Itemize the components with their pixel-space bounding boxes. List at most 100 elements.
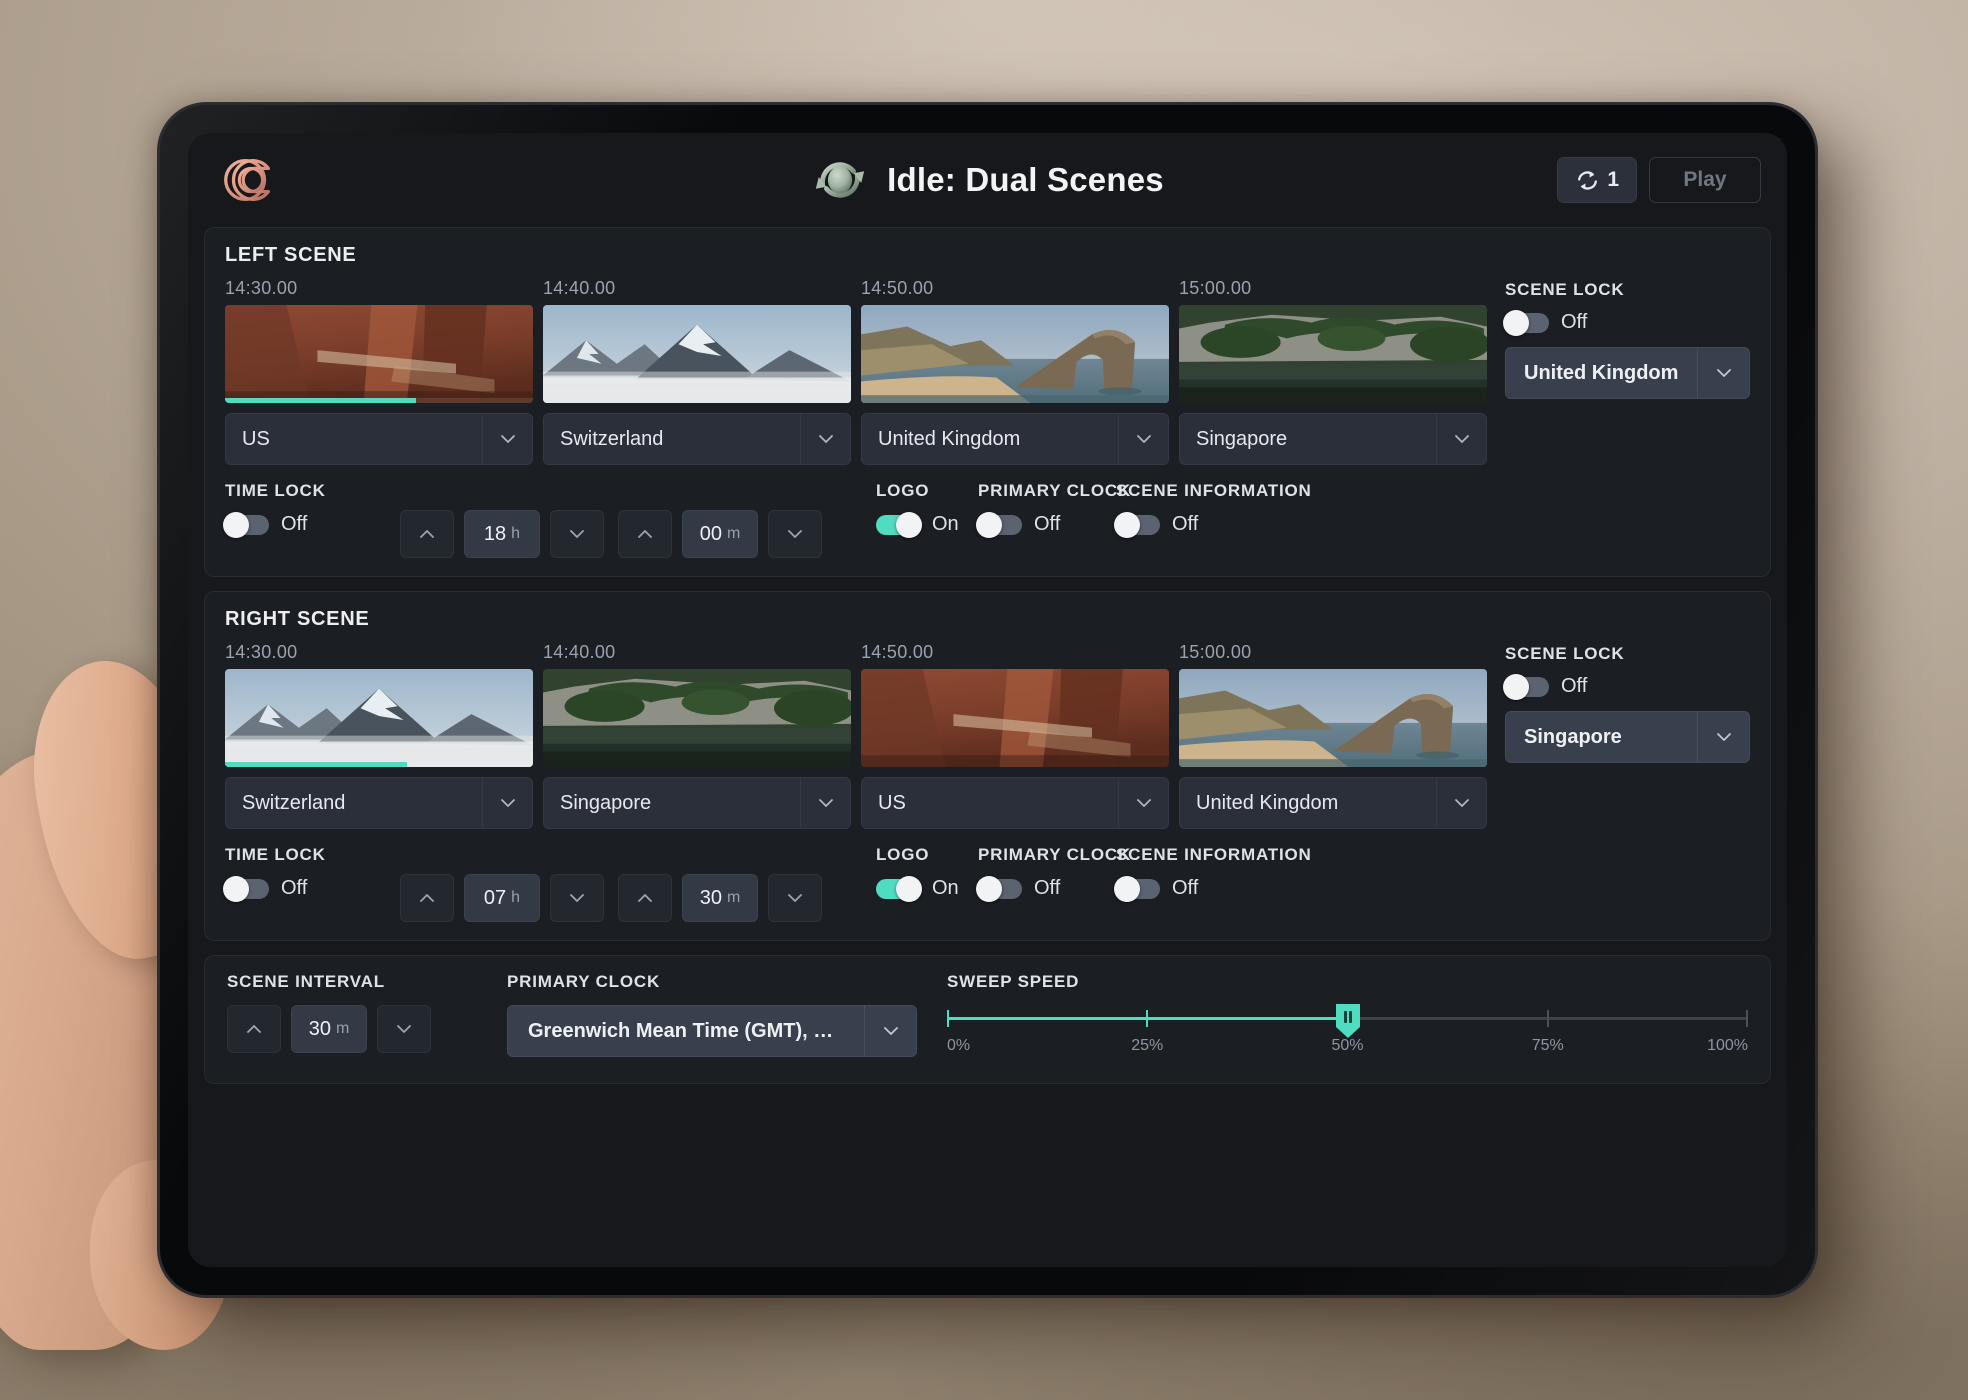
- scene-panels: LEFT SCENE 14:30.00 14:40.00 14:50.00 15…: [188, 227, 1787, 941]
- location-select[interactable]: United Kingdom: [861, 413, 1169, 465]
- chevron-down-icon[interactable]: [1436, 778, 1486, 828]
- scene-thumbnail-snow-mountains[interactable]: [543, 305, 851, 403]
- hours-value-field[interactable]: 07 h: [464, 874, 540, 922]
- chevron-down-icon: [788, 530, 802, 538]
- hours-value-field[interactable]: 18 h: [464, 510, 540, 558]
- location-select[interactable]: Switzerland: [543, 413, 851, 465]
- scene-thumbnail-red-canyon[interactable]: [861, 669, 1169, 767]
- minutes-value-field[interactable]: 00 m: [682, 510, 758, 558]
- scene-interval-increment-button[interactable]: [227, 1005, 281, 1053]
- chevron-down-icon[interactable]: [482, 778, 532, 828]
- scene-lock-toggle[interactable]: [1503, 309, 1549, 336]
- scene-lock-location-value: Singapore: [1524, 725, 1622, 748]
- scene-thumbnail-green-cliff-lake[interactable]: [543, 669, 851, 767]
- hours-increment-button[interactable]: [400, 874, 454, 922]
- minutes-increment-button[interactable]: [618, 874, 672, 922]
- slider-tick-label: 0%: [947, 1037, 971, 1054]
- chevron-up-icon: [420, 894, 434, 902]
- loop-count-button[interactable]: 1: [1557, 157, 1637, 203]
- primary-clock-toggle[interactable]: [976, 875, 1022, 902]
- left-hours-stepper: 18 h: [400, 481, 604, 558]
- sweep-speed-slider[interactable]: 0% 25% 50% 75% 100%: [947, 1004, 1748, 1063]
- location-select[interactable]: United Kingdom: [1179, 777, 1487, 829]
- left-logo-group: LOGO On: [876, 481, 978, 538]
- minutes-decrement-button[interactable]: [768, 510, 822, 558]
- location-select-value: US: [878, 791, 906, 814]
- chevron-down-icon[interactable]: [800, 778, 850, 828]
- global-primary-clock-select[interactable]: Greenwich Mean Time (GMT), UTC +0: [507, 1005, 917, 1057]
- scene-thumbnail-sea-arch-beach[interactable]: [861, 305, 1169, 403]
- time-lock-state: Off: [281, 513, 308, 535]
- chevron-down-icon[interactable]: [1436, 414, 1486, 464]
- chevron-down-icon[interactable]: [1118, 778, 1168, 828]
- scene-lock-toggle[interactable]: [1503, 673, 1549, 700]
- global-primary-clock-label: PRIMARY CLOCK: [507, 972, 661, 991]
- location-select[interactable]: US: [225, 413, 533, 465]
- scene-thumbnail-green-cliff-lake[interactable]: [1179, 305, 1487, 403]
- chevron-down-icon[interactable]: [1697, 348, 1749, 398]
- double-c-monogram-logo: [224, 158, 271, 202]
- primary-clock-state: Off: [1034, 513, 1061, 535]
- right-logo-group: LOGO On: [876, 845, 978, 902]
- slider-tick-label: 100%: [1707, 1037, 1748, 1054]
- logo-toggle[interactable]: [876, 511, 922, 538]
- time-lock-toggle[interactable]: [223, 511, 269, 538]
- chevron-up-icon: [638, 530, 652, 538]
- location-select[interactable]: Singapore: [543, 777, 851, 829]
- right-scene-thumbnails: [225, 669, 1487, 767]
- scene-information-label: SCENE INFORMATION: [1116, 481, 1312, 500]
- hours-increment-button[interactable]: [400, 510, 454, 558]
- minutes-decrement-button[interactable]: [768, 874, 822, 922]
- minutes-value-field[interactable]: 30 m: [682, 874, 758, 922]
- hours-decrement-button[interactable]: [550, 510, 604, 558]
- minutes-unit: m: [726, 525, 741, 542]
- right-scene-location-selects: Switzerland Singapore US United Kingdom: [225, 777, 1487, 829]
- location-select[interactable]: Switzerland: [225, 777, 533, 829]
- slider-tick-label: 25%: [1131, 1037, 1164, 1054]
- chevron-down-icon[interactable]: [864, 1006, 916, 1056]
- left-scene-timeline-labels: 14:30.00 14:40.00 14:50.00 15:00.00: [225, 278, 1487, 299]
- scene-thumbnail-red-canyon[interactable]: [225, 305, 533, 403]
- sweep-speed-handle[interactable]: [1333, 1001, 1363, 1041]
- scene-lock-state: Off: [1561, 675, 1588, 697]
- slider-tick-label: 75%: [1531, 1037, 1564, 1054]
- time-lock-toggle[interactable]: [223, 875, 269, 902]
- minutes-value: 30: [699, 886, 722, 909]
- tablet-screen: Idle: Dual Scenes 1 Play LEFT SCENE 14:3…: [188, 133, 1787, 1267]
- right-scene-controls: TIME LOCK Off 07 h 30 m LOGO On PRIMARY …: [223, 845, 1487, 922]
- location-select-value: Switzerland: [242, 791, 346, 814]
- chevron-down-icon[interactable]: [800, 414, 850, 464]
- scene-thumbnail-sea-arch-beach[interactable]: [1179, 669, 1487, 767]
- scene-lock-location-select[interactable]: United Kingdom: [1505, 347, 1750, 399]
- logo-toggle[interactable]: [876, 875, 922, 902]
- scene-information-state: Off: [1172, 513, 1199, 535]
- scene-interval-value-field[interactable]: 30 m: [291, 1005, 367, 1053]
- chevron-down-icon[interactable]: [1118, 414, 1168, 464]
- tablet-device: Idle: Dual Scenes 1 Play LEFT SCENE 14:3…: [160, 105, 1815, 1295]
- scene-information-state: Off: [1172, 877, 1199, 899]
- time-lock-label: TIME LOCK: [225, 481, 326, 500]
- chevron-down-icon: [570, 894, 584, 902]
- thumbnail-progress-fill: [225, 762, 407, 767]
- location-select[interactable]: US: [861, 777, 1169, 829]
- chevron-up-icon: [247, 1025, 261, 1033]
- scene-thumbnail-snow-mountains[interactable]: [225, 669, 533, 767]
- chevron-down-icon[interactable]: [482, 414, 532, 464]
- scene-information-toggle[interactable]: [1114, 875, 1160, 902]
- primary-clock-label: PRIMARY CLOCK: [978, 845, 1132, 864]
- chevron-down-icon: [570, 530, 584, 538]
- location-select[interactable]: Singapore: [1179, 413, 1487, 465]
- scene-interval-decrement-button[interactable]: [377, 1005, 431, 1053]
- minutes-increment-button[interactable]: [618, 510, 672, 558]
- timestamp: 14:40.00: [543, 642, 616, 662]
- chevron-up-icon: [638, 894, 652, 902]
- left-scene-information-group: SCENE INFORMATION Off: [1114, 481, 1312, 538]
- scene-lock-location-select[interactable]: Singapore: [1505, 711, 1750, 763]
- scene-information-toggle[interactable]: [1114, 511, 1160, 538]
- play-button[interactable]: Play: [1649, 157, 1761, 203]
- timestamp: 14:50.00: [861, 642, 934, 662]
- hours-decrement-button[interactable]: [550, 874, 604, 922]
- chevron-down-icon[interactable]: [1697, 712, 1749, 762]
- primary-clock-toggle[interactable]: [976, 511, 1022, 538]
- right-hours-stepper: 07 h: [400, 845, 604, 922]
